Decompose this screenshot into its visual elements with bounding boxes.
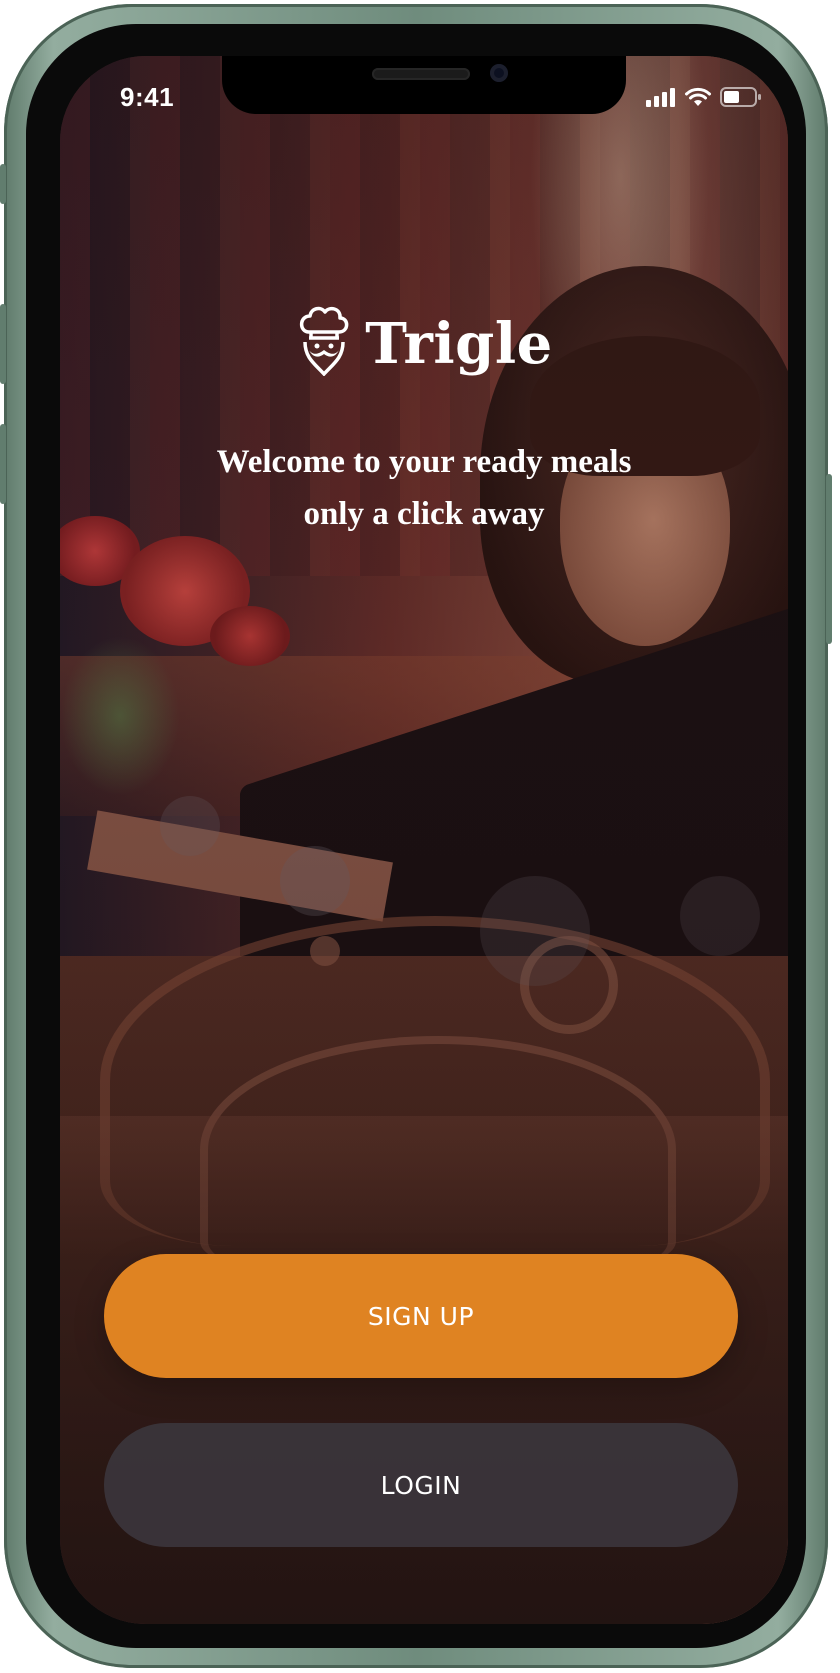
app-screen: 9:41 Trigle Welcome to your ready meals …	[60, 56, 788, 1624]
signal-icon	[646, 87, 676, 112]
brand-name: Trigle	[365, 310, 553, 377]
wifi-icon	[684, 87, 712, 112]
chef-hat-mustache-icon	[295, 306, 351, 381]
signup-button-label: SIGN UP	[367, 1301, 475, 1331]
photo-overlay	[60, 56, 788, 1624]
login-button-label: LOGIN	[380, 1470, 462, 1500]
welcome-tagline: Welcome to your ready meals only a click…	[60, 436, 788, 540]
app-logo: Trigle	[60, 306, 788, 381]
notch	[222, 56, 626, 114]
tagline-line-2: only a click away	[303, 496, 545, 532]
volume-up-button	[0, 304, 6, 384]
login-button[interactable]: LOGIN	[104, 1423, 738, 1547]
phone-frame: 9:41 Trigle Welcome to your ready meals …	[0, 4, 832, 1668]
battery-icon	[720, 86, 762, 113]
signup-button[interactable]: SIGN UP	[104, 1254, 738, 1378]
status-icons	[646, 86, 762, 113]
silent-switch	[0, 164, 6, 204]
status-time: 9:41	[120, 82, 175, 112]
speaker-grille	[372, 68, 470, 80]
tagline-line-1: Welcome to your ready meals	[216, 444, 632, 480]
power-button	[826, 474, 832, 644]
volume-down-button	[0, 424, 6, 504]
front-camera	[490, 64, 508, 82]
